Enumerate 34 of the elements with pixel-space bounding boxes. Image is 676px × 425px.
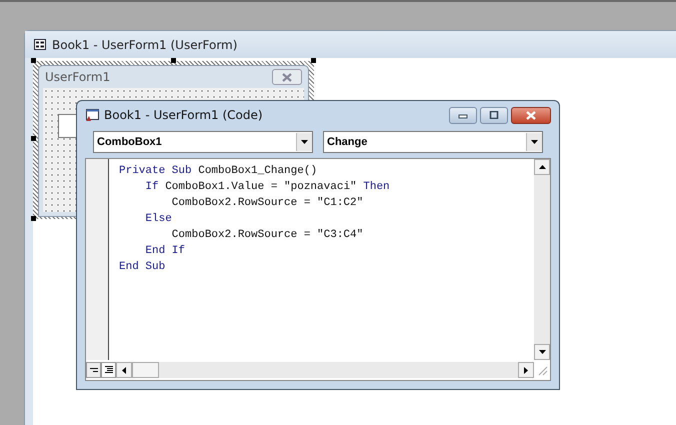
- scroll-up-icon[interactable]: [534, 159, 550, 175]
- code-line: End If: [144, 244, 186, 259]
- scroll-right-icon[interactable]: [518, 362, 534, 378]
- resize-handle[interactable]: [171, 58, 176, 63]
- form-icon: [34, 39, 46, 50]
- resize-handle[interactable]: [31, 58, 36, 63]
- resize-handle[interactable]: [31, 216, 36, 221]
- window-title: Book1 - UserForm1 (UserForm): [52, 38, 238, 52]
- maximize-button[interactable]: [480, 106, 508, 124]
- code-line: Else: [144, 212, 173, 227]
- scroll-down-icon[interactable]: [534, 344, 550, 360]
- code-line: Private Sub ComboBox1_Change(): [119, 164, 318, 179]
- code-line: ComboBox2.RowSource = "C1:C2": [170, 196, 364, 211]
- procedure-view-icon[interactable]: [86, 362, 101, 378]
- window-title: Book1 - UserForm1 (Code): [104, 108, 263, 122]
- code-line: ComboBox2.RowSource = "C3:C4": [170, 228, 364, 243]
- scroll-thumb[interactable]: [132, 362, 159, 378]
- code-line: End Sub: [119, 260, 166, 275]
- resize-handle[interactable]: [311, 58, 316, 63]
- resize-handle[interactable]: [31, 136, 36, 141]
- minimize-button[interactable]: [449, 106, 477, 124]
- procedure-dropdown[interactable]: Change: [323, 131, 543, 153]
- form-title: UserForm1: [45, 70, 110, 84]
- maximize-icon[interactable]: [489, 111, 499, 119]
- close-icon[interactable]: [281, 72, 293, 82]
- code-window-icon: [85, 108, 99, 122]
- object-dropdown[interactable]: ComboBox1: [93, 131, 313, 153]
- vertical-scrollbar[interactable]: [534, 159, 550, 360]
- close-button[interactable]: [511, 106, 551, 124]
- code-line: If ComboBox1.Value = "poznavaci" Then: [144, 180, 391, 195]
- full-module-view-icon[interactable]: [101, 362, 116, 378]
- resize-grip-icon[interactable]: [536, 364, 548, 376]
- horizontal-scrollbar[interactable]: [116, 362, 534, 378]
- scroll-left-icon[interactable]: [116, 362, 132, 378]
